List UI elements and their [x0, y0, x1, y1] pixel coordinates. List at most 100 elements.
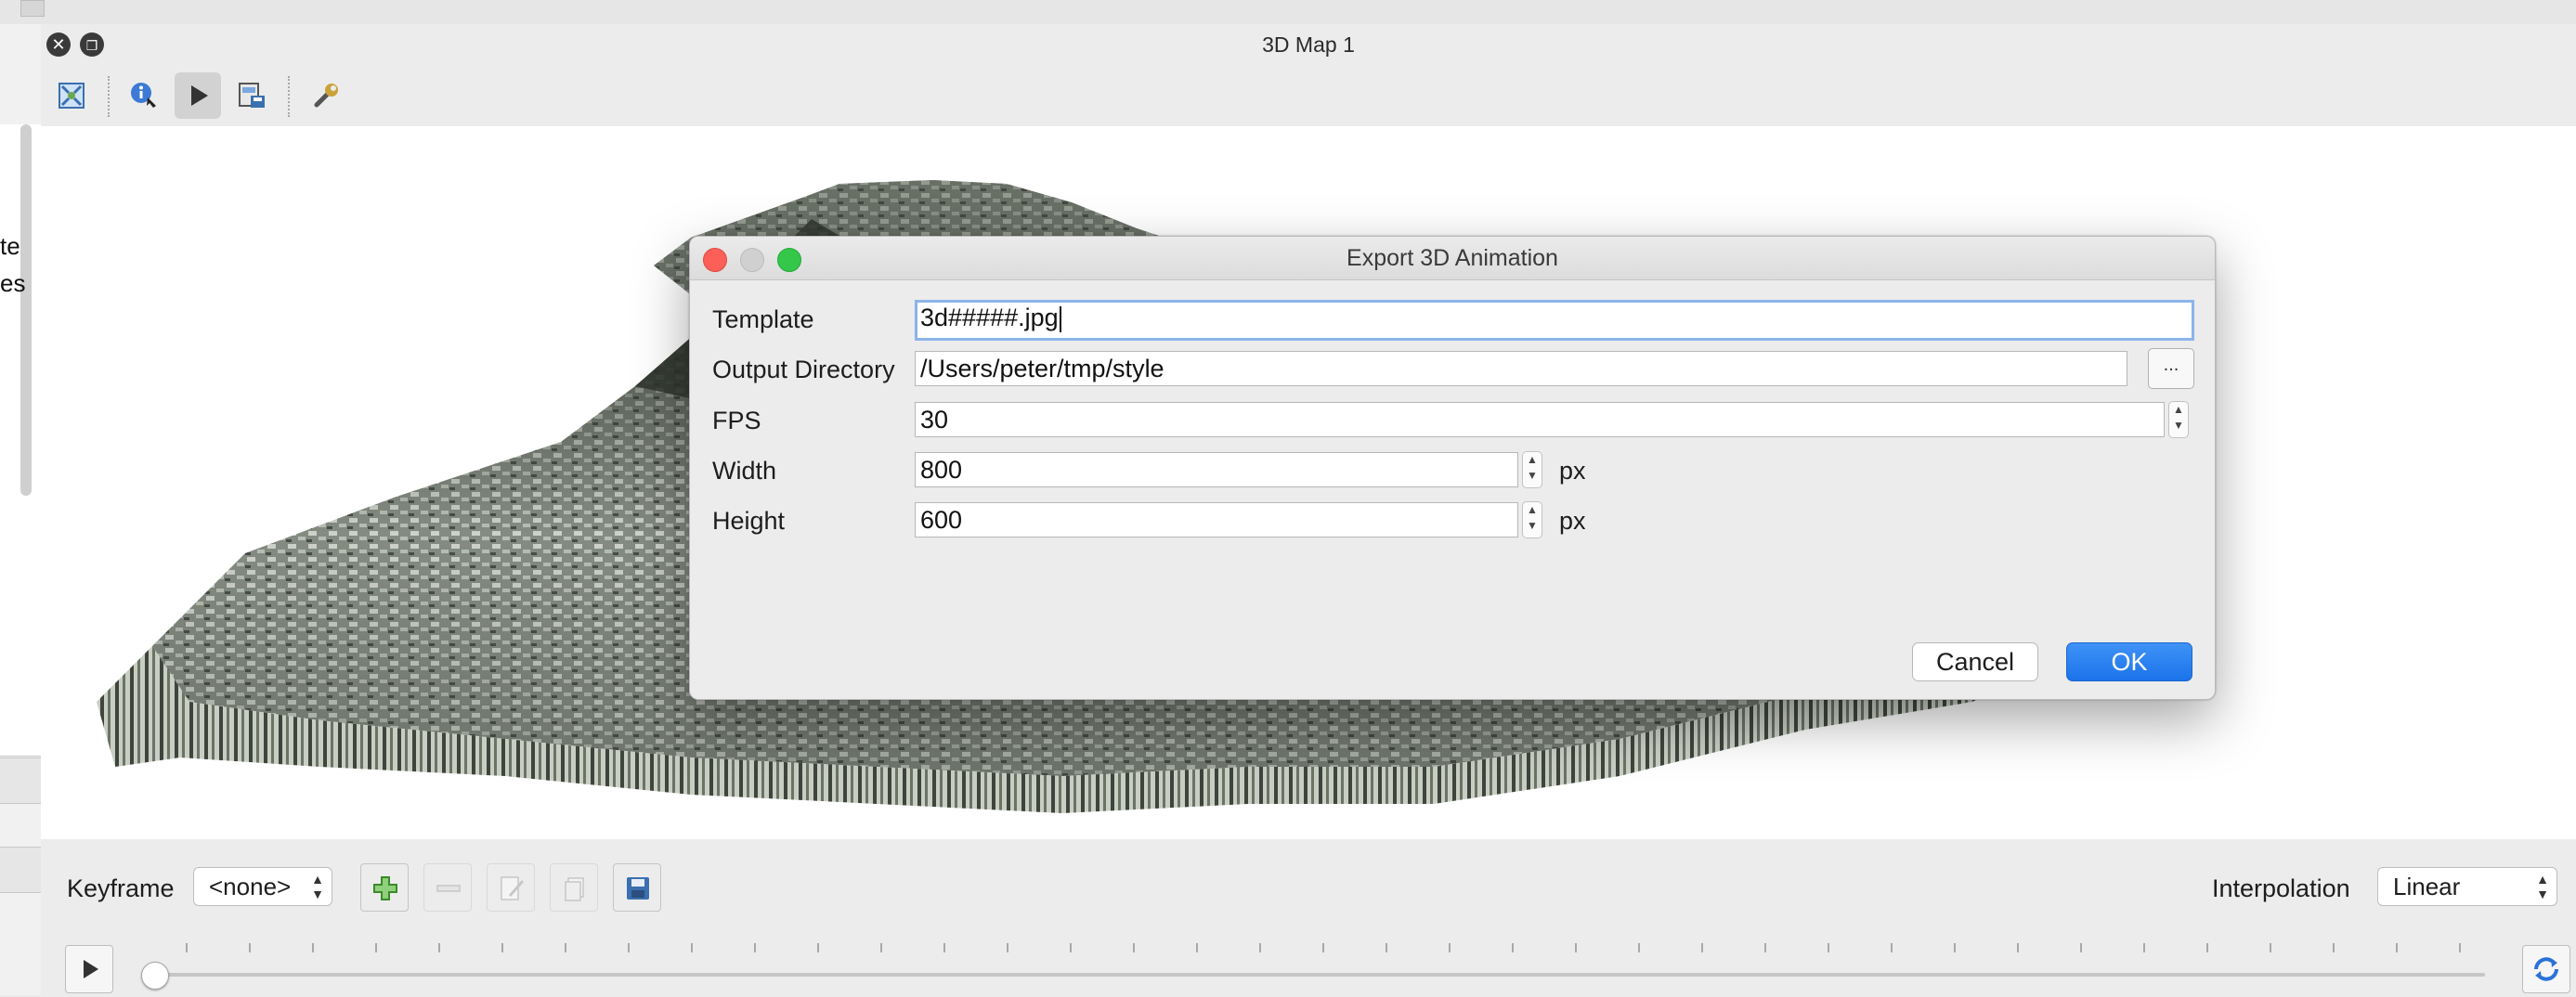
edit-pen-icon [20, 0, 45, 17]
play-button[interactable] [65, 945, 113, 993]
duplicate-keyframe-button[interactable] [550, 863, 598, 912]
timeline-tick [754, 943, 756, 952]
browse-button[interactable]: ... [2148, 348, 2194, 389]
play-animation-icon [191, 85, 208, 106]
interpolation-label: Interpolation [2212, 874, 2350, 902]
timeline-tick [1954, 943, 1956, 952]
timeline-tick [1891, 943, 1893, 952]
left-panel-scrollbar[interactable] [20, 124, 32, 496]
timeline-tick [1386, 943, 1387, 952]
ok-button[interactable]: OK [2066, 642, 2192, 681]
keyframe-select[interactable]: <none> ▲ ▼ [193, 867, 332, 906]
timeline-tick [2270, 943, 2271, 952]
fps-label: FPS [712, 407, 761, 434]
keyframe-label: Keyframe [67, 874, 175, 902]
timeline-tick [1133, 943, 1135, 952]
timeline-tick [2333, 943, 2335, 952]
height-label: Height [712, 507, 786, 535]
width-unit: px [1559, 457, 1586, 485]
timeline-tick [1007, 943, 1008, 952]
toolbar-separator [108, 76, 110, 117]
save-image-icon [239, 83, 265, 108]
fps-input[interactable]: 30 [915, 402, 2165, 437]
refresh-icon [2534, 957, 2558, 981]
timeline-tick [2206, 943, 2208, 952]
map-toolbar [41, 65, 2576, 126]
dialog-titlebar: Export 3D Animation [690, 237, 2215, 280]
timeline-tick [186, 943, 188, 952]
interpolation-select[interactable]: Linear ▲ ▼ [2377, 867, 2557, 906]
save-image-button[interactable] [228, 72, 275, 119]
timeline-tick [2396, 943, 2398, 952]
template-label: Template [712, 305, 814, 333]
timeline-tick [1512, 943, 1514, 952]
timeline-tick [2017, 943, 2019, 952]
timeline-bar [41, 943, 2576, 995]
save-keyframe-button[interactable] [613, 863, 661, 912]
remove-keyframe-icon [436, 885, 461, 892]
timeline-tick [817, 943, 819, 952]
timeline-tick [249, 943, 251, 952]
width-input[interactable]: 800 [915, 452, 1518, 487]
timeline-tick [1828, 943, 1829, 952]
timeline-tick [1701, 943, 1703, 952]
width-label: Width [712, 457, 777, 485]
timeline-tick [1575, 943, 1577, 952]
fps-stepper[interactable]: ▲ ▼ [2168, 401, 2189, 438]
save-keyframe-icon [627, 877, 649, 900]
timeline-tick [1322, 943, 1324, 952]
duplicate-keyframe-icon [565, 877, 584, 901]
identify-icon [131, 83, 156, 108]
edit-keyframe-button[interactable] [487, 863, 535, 912]
timeline-tick [1764, 943, 1766, 952]
timeline-tick [501, 943, 503, 952]
timeline-tick [880, 943, 882, 952]
timeline-slider-handle[interactable] [141, 962, 169, 990]
configure-button[interactable] [303, 72, 349, 119]
interpolation-select-value: Linear [2393, 873, 2461, 900]
cancel-button[interactable]: Cancel [1912, 642, 2038, 681]
timeline-tick [1638, 943, 1640, 952]
left-panel: te es [0, 24, 42, 995]
height-input[interactable]: 600 [915, 502, 1518, 537]
play-icon [84, 960, 98, 978]
text-caret [1059, 305, 1061, 332]
template-value: 3d#####.jpg [920, 304, 1059, 331]
template-input[interactable]: 3d#####.jpg [915, 300, 2194, 341]
left-panel-text: es [0, 269, 26, 297]
left-panel-band [0, 757, 41, 804]
timeline-tick [628, 943, 630, 952]
timeline-tick [438, 943, 440, 952]
remove-keyframe-button[interactable] [423, 863, 472, 912]
timeline-tick [565, 943, 566, 952]
dialog-title: Export 3D Animation [1347, 245, 1558, 271]
left-panel-text: te [0, 232, 20, 260]
timeline-tick [943, 943, 945, 952]
timeline-track[interactable] [154, 973, 2485, 977]
output-directory-input[interactable]: /Users/peter/tmp/style [915, 351, 2127, 386]
refresh-button[interactable] [2522, 945, 2570, 993]
identify-button[interactable] [121, 72, 167, 119]
width-stepper[interactable]: ▲ ▼ [1522, 451, 1542, 488]
configure-icon [314, 84, 338, 108]
timeline-tick [1070, 943, 1072, 952]
timeline-tick [312, 943, 314, 952]
play-animation-button[interactable] [175, 72, 221, 119]
height-stepper[interactable]: ▲ ▼ [1522, 501, 1542, 538]
zoom-full-button[interactable] [48, 72, 95, 119]
timeline-tick [2459, 943, 2461, 952]
edit-keyframe-icon [501, 876, 524, 900]
window-title: 3D Map 1 [1262, 32, 1355, 57]
add-keyframe-button[interactable] [360, 863, 409, 912]
export-3d-animation-dialog: Export 3D Animation Template 3d#####.jpg… [689, 236, 2216, 700]
map-window-titlebar: ✕ ❐ 3D Map 1 [41, 24, 2576, 66]
keyframe-select-value: <none> [209, 873, 292, 900]
timeline-tick [1196, 943, 1198, 952]
add-keyframe-icon [373, 876, 397, 900]
timeline-tick [2080, 943, 2082, 952]
output-directory-label: Output Directory [712, 356, 895, 383]
chevron-updown-icon: ▲ ▼ [2536, 872, 2549, 901]
timeline-tick [375, 943, 377, 952]
left-panel-band [0, 847, 41, 893]
app-top-strip [0, 0, 2576, 25]
